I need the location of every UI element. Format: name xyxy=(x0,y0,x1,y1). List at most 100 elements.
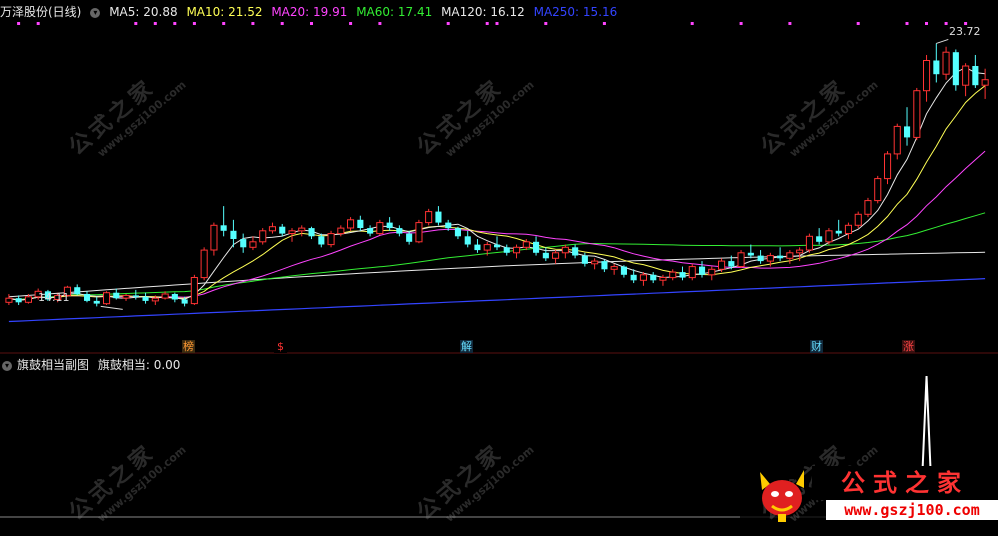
candle-body xyxy=(708,268,716,276)
signal-dot xyxy=(485,22,489,25)
candle-body xyxy=(210,224,218,251)
signal-dot xyxy=(222,22,226,25)
signal-dot xyxy=(690,22,694,25)
candle-body xyxy=(816,236,823,242)
high-price-label: 23.72 xyxy=(949,25,981,38)
signal-dot xyxy=(544,22,548,25)
candle-body xyxy=(542,252,549,259)
event-marker-limit-up[interactable]: 涨 xyxy=(902,340,915,353)
low-price-pointer xyxy=(100,305,123,310)
candle-body xyxy=(386,222,393,229)
event-marker-finance[interactable]: 财 xyxy=(810,340,823,353)
candle-body xyxy=(171,294,178,300)
event-marker-unlock[interactable]: 解 xyxy=(460,340,473,353)
ma120-label: MA120: 16.12 xyxy=(441,5,525,19)
candle-body xyxy=(610,266,618,270)
candle-body xyxy=(279,226,286,234)
candle-body xyxy=(864,200,872,215)
candle-body xyxy=(103,292,111,305)
signal-dot xyxy=(925,22,928,25)
event-marker-dollar[interactable]: $ xyxy=(274,340,287,353)
indicator-toggle-icon[interactable]: ▾ xyxy=(90,7,101,18)
candle-body xyxy=(805,235,814,251)
signal-dot xyxy=(905,22,909,25)
candle-body xyxy=(298,227,306,232)
signal-dot xyxy=(280,22,284,25)
candle-body xyxy=(728,261,735,267)
logo-site-url[interactable]: www.gszj100.com xyxy=(826,500,998,520)
signal-dot xyxy=(446,22,450,25)
candle-body xyxy=(74,287,81,295)
candle-body xyxy=(240,239,247,248)
candle-body xyxy=(659,277,667,281)
signal-dot xyxy=(349,22,353,25)
candle-body xyxy=(972,66,979,86)
candle-body xyxy=(220,225,227,231)
candle-body xyxy=(650,274,657,281)
candle-body xyxy=(425,211,433,224)
candle-body xyxy=(15,298,22,303)
candle-body xyxy=(981,79,989,86)
candle-body xyxy=(630,274,637,281)
candle-body xyxy=(796,249,804,254)
candle-body xyxy=(288,230,296,235)
stock-chart-window: 万泽股份(日线) ▾ MA5: 20.88 MA10: 21.52 MA20: 1… xyxy=(0,0,998,526)
candle-body xyxy=(766,255,774,262)
candle-body xyxy=(747,252,754,256)
candle-body xyxy=(445,222,452,229)
candle-body xyxy=(337,227,345,235)
ma20-label: MA20: 19.91 xyxy=(271,5,348,19)
candle-body xyxy=(464,236,471,245)
candle-body xyxy=(581,255,588,264)
candle-body xyxy=(230,230,237,239)
candle-body xyxy=(601,261,608,270)
ma10-label: MA10: 21.52 xyxy=(186,5,263,19)
candle-body xyxy=(396,228,403,234)
candle-body xyxy=(474,244,481,251)
stock-title[interactable]: 万泽股份(日线) xyxy=(0,5,81,19)
candle-body xyxy=(552,252,560,259)
signal-dot xyxy=(310,22,313,25)
high-price-pointer xyxy=(936,38,949,44)
candle-body xyxy=(737,252,745,268)
candle-body xyxy=(874,178,882,202)
candle-body xyxy=(904,126,911,138)
signal-dot xyxy=(944,22,948,25)
sub-chart-header: ▾ 旗鼓相当副图 旗鼓相当: 0.00 xyxy=(0,356,185,374)
candle-body xyxy=(454,228,461,237)
candle-body xyxy=(113,292,120,299)
candle-body xyxy=(884,153,892,180)
candle-body xyxy=(718,260,726,270)
candle-body xyxy=(913,90,921,138)
sub-chart-title[interactable]: 旗鼓相当副图 xyxy=(17,358,89,372)
candle-body xyxy=(952,52,959,86)
candle-body xyxy=(777,255,784,259)
candle-body xyxy=(483,244,491,251)
candle-body xyxy=(376,222,384,235)
candle-body xyxy=(249,241,257,248)
ma10-line xyxy=(8,85,986,301)
candle-body xyxy=(620,266,627,275)
ma5-line xyxy=(8,67,986,301)
signal-dot xyxy=(17,22,21,25)
candle-body xyxy=(367,228,374,234)
candle-body xyxy=(844,224,853,235)
ma250-label: MA250: 15.16 xyxy=(533,5,618,19)
candle-body xyxy=(406,233,413,242)
main-chart-header: 万泽股份(日线) ▾ MA5: 20.88 MA10: 21.52 MA20: 1… xyxy=(0,3,622,21)
chart-canvas[interactable] xyxy=(0,0,998,524)
event-marker-rank[interactable]: 榜 xyxy=(182,340,195,353)
candle-body xyxy=(942,51,950,75)
sub-indicator-toggle-icon[interactable]: ▾ xyxy=(2,360,12,371)
sub-indicator-value: 旗鼓相当: 0.00 xyxy=(97,358,181,372)
candle-body xyxy=(151,297,159,302)
candle-body xyxy=(786,252,794,259)
candle-body xyxy=(923,60,931,92)
candle-body xyxy=(688,266,696,279)
candle-body xyxy=(357,219,364,228)
signal-dot xyxy=(36,22,40,25)
candle-body xyxy=(181,299,188,304)
signal-dot xyxy=(602,22,606,25)
candle-body xyxy=(435,211,442,223)
candle-body xyxy=(318,236,325,245)
